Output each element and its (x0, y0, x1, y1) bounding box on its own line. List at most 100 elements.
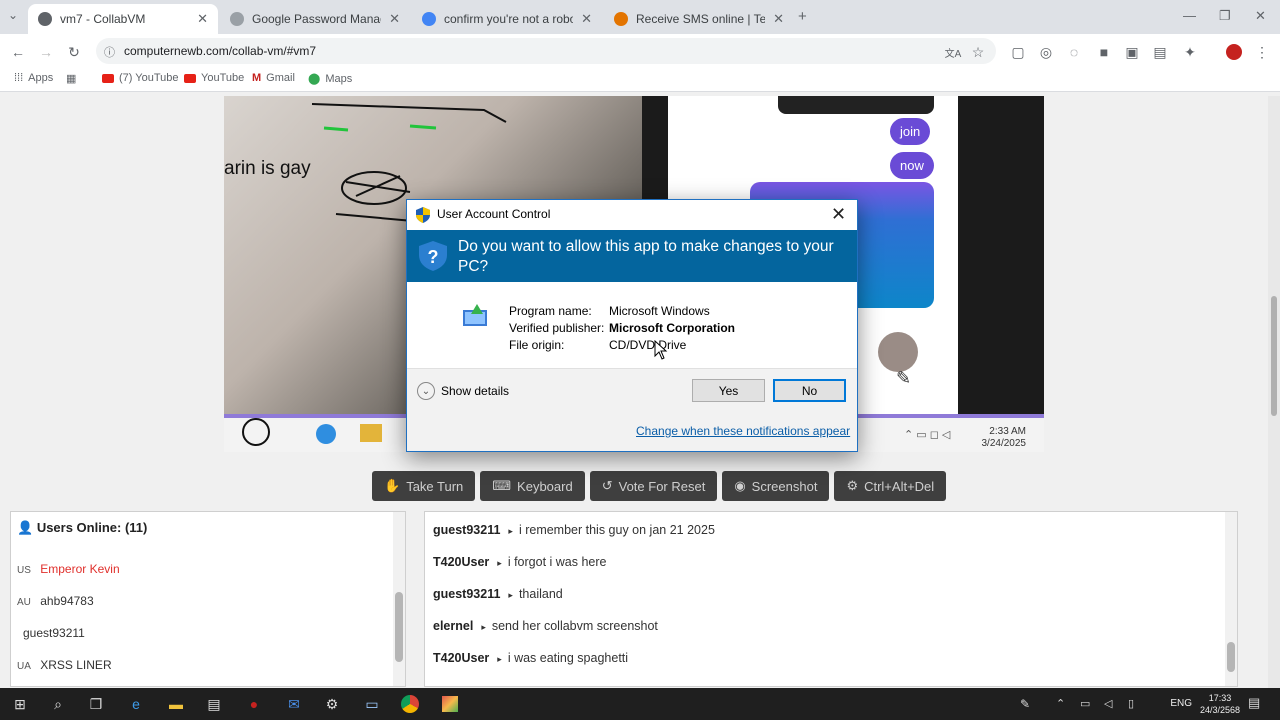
notification-icon[interactable]: ▤ (1248, 695, 1260, 711)
vote-reset-button[interactable]: ↺ Vote For Reset (589, 471, 718, 501)
bookmark-youtube[interactable]: YouTube (184, 72, 244, 84)
extension-icon-2[interactable]: ◎ (1036, 42, 1056, 62)
tray-chevron-icon[interactable]: ⌃ (1056, 697, 1065, 710)
tab-receive-sms[interactable]: Receive SMS online | Temporar... ✕ (604, 4, 794, 34)
chat-nick[interactable]: guest93211 (433, 587, 500, 601)
extension-icon-3[interactable]: ◌ (1064, 42, 1084, 62)
vm-clock[interactable]: 2:33 AM 3/24/2025 (982, 426, 1027, 450)
close-tab-icon[interactable]: ✕ (389, 11, 400, 27)
tray-icons[interactable]: ⌃ ▭ ◻ ◁ (904, 428, 950, 441)
file-explorer-icon[interactable]: ▬ (164, 692, 188, 716)
network-icon[interactable]: ▭ (1080, 697, 1090, 710)
show-details-toggle[interactable]: ⌄ Show details (417, 382, 509, 400)
tab-robot-check[interactable]: confirm you're not a robot go... ✕ (412, 4, 602, 34)
app-icon-multicolor[interactable] (438, 692, 462, 716)
pen-icon[interactable]: ✎ (1020, 697, 1030, 711)
volume-icon[interactable]: ◁ (1104, 697, 1112, 710)
keyboard-button[interactable]: ⌨ Keyboard (480, 471, 585, 501)
extension-icon-4[interactable]: ■ (1094, 42, 1114, 62)
window-close-icon[interactable]: ✕ (1255, 8, 1266, 24)
vm-clock-time: 2:33 AM (989, 426, 1026, 437)
chat-message: T420User ▸ i forgot i was here (433, 555, 607, 569)
chat-text: thailand (518, 587, 563, 601)
new-tab-icon[interactable]: + (798, 8, 807, 25)
ie-icon[interactable] (316, 424, 336, 444)
edge-icon[interactable]: e (124, 692, 148, 716)
yes-button[interactable]: Yes (692, 379, 765, 402)
user-list-item[interactable]: US Emperor Kevin (17, 562, 120, 576)
edit-icon[interactable]: ✎ (896, 368, 911, 389)
tab-search-icon[interactable]: ⌄ (8, 8, 18, 22)
back-icon[interactable]: ← (8, 42, 28, 62)
site-info-icon[interactable]: ⓘ (104, 44, 115, 60)
settings-icon[interactable]: ⚙ (320, 692, 344, 716)
chat-nick[interactable]: guest93211 (433, 523, 500, 537)
app-icon-red[interactable]: ● (242, 692, 266, 716)
mail-icon[interactable]: ✉ (282, 692, 306, 716)
extension-icon-6[interactable]: ▤ (1150, 42, 1170, 62)
scribble-circle-icon (242, 418, 270, 446)
language-indicator[interactable]: ENG (1170, 698, 1192, 709)
store-icon[interactable]: ▤ (202, 692, 226, 716)
page-scrollbar[interactable] (1268, 96, 1280, 688)
change-notifications-link[interactable]: Change when these notifications appear (636, 424, 850, 438)
vm-clock-date: 3/24/2025 (981, 438, 1027, 449)
sms-favicon-icon (614, 12, 628, 26)
publisher-row: Verified publisher: Microsoft Corporatio… (509, 321, 735, 335)
folder-icon[interactable] (360, 424, 382, 442)
user-list-item[interactable]: guest93211 (17, 626, 85, 640)
users-scrollbar[interactable] (393, 512, 405, 686)
close-tab-icon[interactable]: ✕ (773, 11, 784, 27)
no-button[interactable]: No (773, 379, 846, 402)
address-bar[interactable]: computernewb.com/collab-vm/#vm7 (96, 38, 996, 64)
chat-message: elernel ▸ send her collabvm screenshot (433, 619, 658, 633)
task-view-icon[interactable]: ❐ (84, 692, 108, 716)
profile-avatar[interactable] (1224, 42, 1244, 62)
tab-title: vm7 - CollabVM (60, 12, 146, 26)
key-icon (230, 12, 244, 26)
screenshot-button[interactable]: ◉ Screenshot (722, 471, 830, 501)
tab-collabvm[interactable]: vm7 - CollabVM ✕ (28, 4, 218, 34)
bookmark-youtube-7[interactable]: (7) YouTube (102, 72, 179, 84)
system-clock[interactable]: 17:33 24/3/2568 (1200, 692, 1240, 716)
ctrl-alt-del-button[interactable]: ⚙ Ctrl+Alt+Del (834, 471, 947, 501)
windows-taskbar: ⊞ ⌕ ❐ e ▬ ▤ ● ✉ ⚙ ▭ ✎ ⌃ ▭ ◁ ▯ ENG 17:33 … (0, 688, 1280, 720)
chat-nick[interactable]: T420User (433, 555, 489, 569)
bookmark-grid[interactable]: ▦ (66, 72, 76, 85)
take-turn-button[interactable]: ✋ Take Turn (372, 471, 476, 501)
browser-menu-icon[interactable]: ⋮ (1252, 42, 1272, 62)
battery-icon[interactable]: ▯ (1128, 697, 1134, 710)
reload-icon[interactable]: ↻ (64, 42, 84, 62)
extension-icon-5[interactable]: ▣ (1122, 42, 1142, 62)
restore-icon[interactable]: ❐ (1219, 8, 1231, 24)
chat-nick[interactable]: T420User (433, 651, 489, 665)
minimize-icon[interactable]: — (1183, 8, 1196, 23)
close-tab-icon[interactable]: ✕ (581, 11, 592, 27)
chat-message: guest93211 ▸ thailand (433, 587, 563, 601)
chat-panel: guest93211 ▸ i remember this guy on jan 21… (424, 511, 1238, 687)
start-icon[interactable]: ⊞ (8, 692, 32, 716)
extensions-puzzle-icon[interactable]: ✦ (1180, 42, 1200, 62)
chrome-icon[interactable] (398, 692, 422, 716)
tab-password-manager[interactable]: Google Password Manager ✕ (220, 4, 410, 34)
user-avatar (878, 332, 918, 372)
user-flag: UA (17, 661, 31, 672)
chat-scrollbar[interactable] (1225, 512, 1237, 686)
user-list-item[interactable]: UA XRSS LINER (17, 658, 112, 672)
chat-nick[interactable]: elernel (433, 619, 473, 633)
bookmark-gmail[interactable]: M Gmail (252, 72, 295, 84)
bookmark-maps[interactable]: ⬤ Maps (308, 72, 352, 86)
search-icon[interactable]: ⌕ (46, 692, 70, 716)
bookmark-apps[interactable]: ⁞⁞⁞ Apps (14, 72, 53, 84)
button-label: Keyboard (517, 478, 573, 494)
address-text: computernewb.com/collab-vm/#vm7 (124, 44, 317, 58)
user-list-item[interactable]: AU ahb94783 (17, 594, 94, 608)
close-tab-icon[interactable]: ✕ (197, 11, 208, 27)
close-icon[interactable]: ✕ (831, 204, 846, 225)
bookmark-star-icon[interactable]: ☆ (968, 42, 988, 62)
translate-icon[interactable]: 文A (943, 42, 963, 62)
extension-icon-1[interactable]: ▢ (1008, 42, 1028, 62)
google-favicon-icon (422, 12, 436, 26)
forward-icon[interactable]: → (36, 42, 56, 62)
app-icon-blue[interactable]: ▭ (360, 692, 384, 716)
